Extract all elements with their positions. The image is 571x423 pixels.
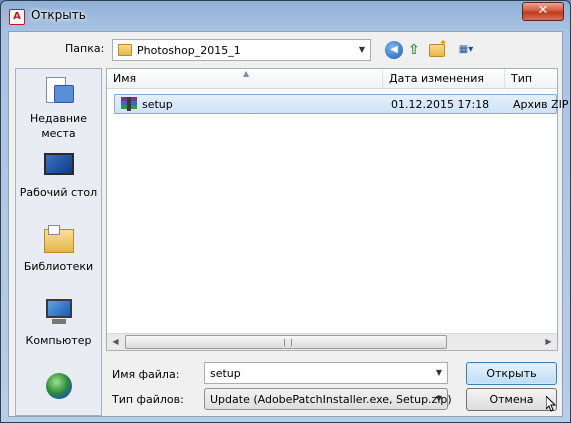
file-type: Архив ZIP [513,98,569,111]
column-header-label: Имя [113,72,137,85]
window-title: Открыть [31,8,86,22]
place-label: Библиотеки [23,260,94,273]
close-button[interactable]: ✕ [522,2,564,21]
title-bar[interactable]: A Открыть ✕ [1,1,570,31]
place-desktop[interactable]: Рабочий стол [16,151,101,200]
up-folder-icon[interactable]: ⇧ [405,41,423,59]
network-icon [44,373,74,401]
column-header-row: Имя ▲ Дата изменения Тип [107,69,557,89]
scroll-left-icon[interactable]: ◀ [107,334,124,350]
libraries-icon [43,225,74,253]
chevron-down-icon[interactable]: ▼ [354,40,370,60]
views-menu-icon[interactable]: ▦▾ [453,41,479,59]
computer-icon [44,299,74,327]
place-label: Компьютер [25,334,92,347]
file-date: 01.12.2015 17:18 [391,98,490,111]
place-libraries[interactable]: Библиотеки [16,225,101,274]
folder-icon [118,44,132,56]
column-header-type[interactable]: Тип [505,69,557,89]
new-folder-star-icon: ✦ [439,38,448,49]
places-bar: Недавние места Рабочий стол Библиотеки К… [15,68,102,416]
column-header-label: Дата изменения [389,72,484,85]
column-header-label: Тип [511,72,533,85]
file-name: setup [142,98,173,111]
filename-value: setup [210,367,241,380]
file-list[interactable]: Имя ▲ Дата изменения Тип setup 01.12.201… [106,68,569,351]
place-label: Рабочий стол [19,186,98,199]
dialog-client-area: Папка: Photoshop_2015_1 ▼ ◀ ⇧ ✦ ▦▾ Недав… [8,31,569,417]
winrar-archive-icon [121,97,137,111]
cancel-button[interactable]: Отмена [466,388,557,411]
filetype-select[interactable]: Update (AdobePatchInstaller.exe, Setup.z… [204,388,452,410]
look-in-combo[interactable]: Photoshop_2015_1 ▼ [112,39,371,61]
back-icon[interactable]: ◀ [385,41,403,59]
place-label: Недавние места [30,112,87,140]
chevron-down-icon[interactable]: ▼ [431,363,447,383]
mouse-cursor-icon [546,396,556,412]
adobe-icon: A [9,9,25,25]
place-computer[interactable]: Компьютер [16,299,101,348]
place-network[interactable] [16,373,101,407]
file-row[interactable]: setup 01.12.2015 17:18 Архив ZIP [114,94,569,114]
chevron-down-icon[interactable]: ▼ [431,389,447,409]
open-button[interactable]: Открыть [466,362,557,385]
look-in-value: Photoshop_2015_1 [137,44,241,57]
column-header-name[interactable]: Имя ▲ [107,69,383,89]
column-header-date[interactable]: Дата изменения [383,69,505,89]
filename-label: Имя файла: [112,368,180,381]
scroll-right-icon[interactable]: ▶ [540,334,557,350]
sort-ascending-icon: ▲ [243,69,250,78]
look-in-label: Папка: [65,42,105,55]
desktop-icon [43,151,74,179]
place-recent[interactable]: Недавние места [16,77,101,141]
filename-input[interactable]: setup ▼ [204,362,448,384]
horizontal-scrollbar[interactable]: ◀ ▶ [107,333,557,350]
filetype-value: Update (AdobePatchInstaller.exe, Setup.z… [210,393,452,406]
filetype-label: Тип файлов: [112,393,184,406]
open-file-dialog: A Открыть ✕ Папка: Photoshop_2015_1 ▼ ◀ … [0,0,571,423]
recent-places-icon [44,77,74,105]
scrollbar-thumb[interactable] [125,335,447,349]
